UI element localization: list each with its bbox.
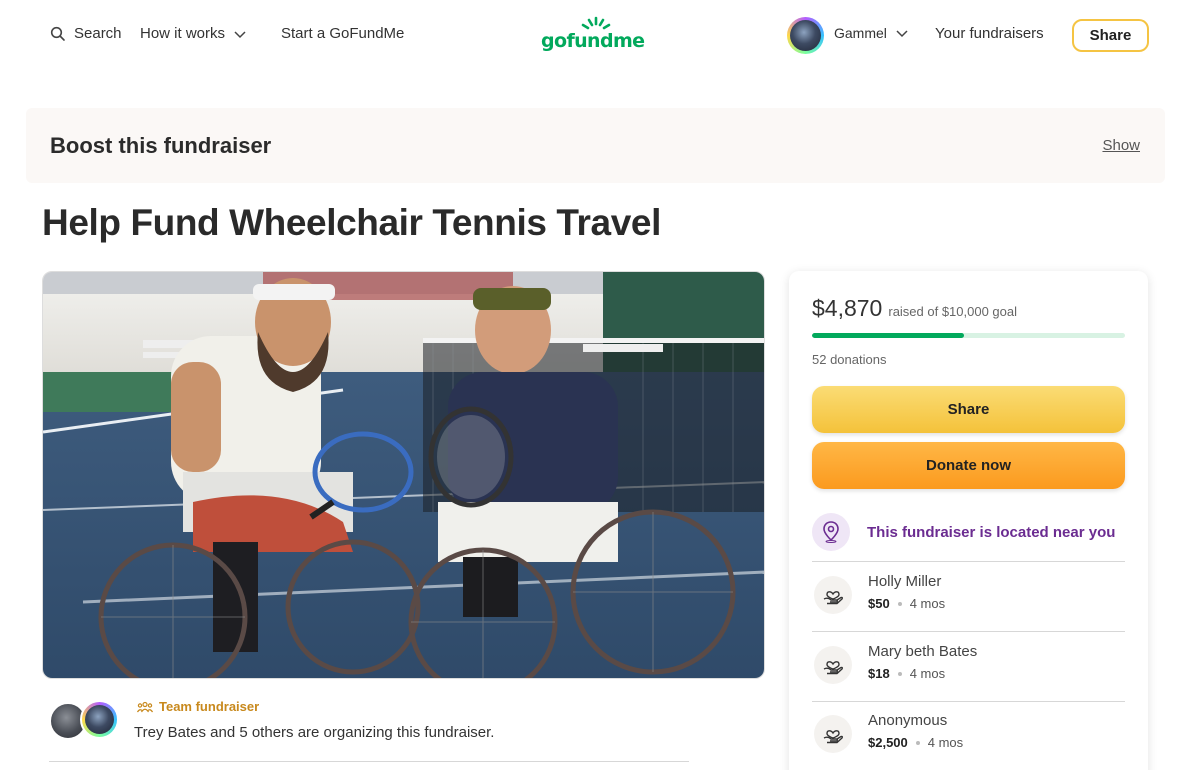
donor-name: Mary beth Bates — [868, 643, 978, 660]
nearby-text: This fundraiser is located near you — [867, 523, 1116, 541]
donor-time: 4 mos — [909, 666, 946, 681]
boost-show-link[interactable]: Show — [1102, 137, 1140, 154]
raised-goal: raised of $10,000 goal — [888, 304, 1018, 319]
header-share-button[interactable]: Share — [1072, 19, 1149, 52]
separator-dot — [897, 671, 902, 676]
header-share-label: Share — [1089, 27, 1132, 44]
team-fundraiser-label: Team fundraiser — [159, 699, 260, 714]
separator-dot — [897, 601, 902, 606]
donor-amount: $18 — [868, 666, 890, 681]
donation-card: $4,870 raised of $10,000 goal 52 donatio… — [789, 271, 1148, 770]
progress-fill — [812, 333, 965, 338]
donor-time: 4 mos — [927, 735, 964, 750]
your-fundraisers-label: Your fundraisers — [935, 25, 1044, 42]
raised-summary: $4,870 raised of $10,000 goal — [812, 295, 1017, 322]
chevron-down-icon — [234, 30, 246, 38]
username-label: Gammel — [834, 25, 887, 41]
your-fundraisers-link[interactable]: Your fundraisers — [935, 25, 1044, 42]
share-button-label: Share — [947, 401, 990, 418]
user-menu[interactable]: Gammel — [834, 25, 909, 41]
organizer-text: Trey Bates and 5 others are organizing t… — [134, 724, 495, 741]
raised-amount: $4,870 — [812, 295, 883, 321]
start-gofundme-link[interactable]: Start a GoFundMe — [281, 25, 404, 42]
donor-item: Mary beth Bates $18 4 mos — [812, 633, 1125, 702]
share-button[interactable]: Share — [812, 386, 1125, 433]
boost-banner: Boost this fundraiser Show — [26, 108, 1165, 183]
donor-meta: $2,500 4 mos — [868, 735, 963, 750]
donor-meta: $18 4 mos — [868, 666, 945, 681]
campaign-hero-image[interactable] — [42, 271, 765, 679]
donor-meta: $50 4 mos — [868, 596, 945, 611]
user-avatar[interactable] — [787, 17, 824, 54]
donor-name: Anonymous — [868, 712, 948, 729]
logo-text: gofundme — [541, 30, 645, 52]
boost-title: Boost this fundraiser — [50, 133, 272, 158]
nearby-notice[interactable]: This fundraiser is located near you — [812, 506, 1125, 562]
heart-hand-icon — [814, 715, 852, 753]
separator-dot — [915, 740, 920, 745]
heart-hand-icon — [814, 576, 852, 614]
team-fundraiser-tag: Team fundraiser — [137, 699, 259, 714]
map-pin-icon — [812, 513, 850, 551]
organizer-avatar[interactable] — [80, 700, 119, 739]
heart-hand-icon — [814, 646, 852, 684]
start-gofundme-label: Start a GoFundMe — [281, 25, 405, 42]
donor-item: Anonymous $2,500 4 mos — [812, 702, 1125, 770]
how-it-works-menu[interactable]: How it works — [140, 25, 247, 42]
divider — [49, 761, 689, 762]
top-navigation: Search How it works Start a GoFundMe gof… — [0, 0, 1200, 72]
donor-name: Holly Miller — [868, 573, 942, 590]
search-icon — [50, 26, 65, 41]
search-link[interactable]: Search — [50, 25, 122, 42]
donate-now-label: Donate now — [926, 457, 1011, 474]
donate-now-button[interactable]: Donate now — [812, 442, 1125, 489]
donor-amount: $50 — [868, 596, 890, 611]
donor-amount: $2,500 — [868, 735, 908, 750]
progress-bar — [812, 333, 1125, 338]
donations-count: 52 donations — [812, 352, 887, 367]
how-it-works-label: How it works — [140, 25, 226, 42]
search-label: Search — [74, 25, 122, 42]
chevron-down-icon — [896, 30, 908, 38]
donor-time: 4 mos — [909, 596, 946, 611]
page-title: Help Fund Wheelchair Tennis Travel — [42, 202, 661, 243]
gofundme-logo[interactable]: gofundme — [541, 16, 651, 56]
team-icon — [137, 701, 153, 712]
donor-item: Holly Miller $50 4 mos — [812, 563, 1125, 632]
